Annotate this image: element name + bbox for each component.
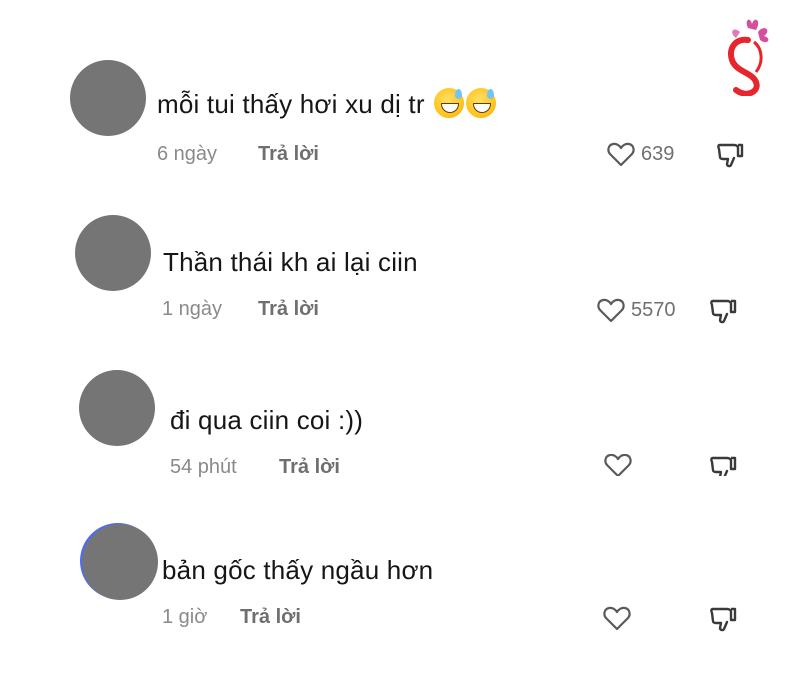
thumbs-down-icon[interactable] — [709, 454, 737, 476]
avatar[interactable] — [82, 524, 158, 600]
comment-text: đi qua ciin coi :)) — [170, 405, 364, 435]
like-button[interactable] — [603, 603, 637, 633]
like-count: 5570 — [631, 298, 676, 321]
reply-button[interactable]: Trả lời — [240, 606, 301, 629]
heart-outline-icon — [604, 454, 632, 476]
comment-time: 6 ngày — [157, 143, 218, 165]
comment-time: 1 ngày — [162, 298, 223, 320]
like-button[interactable] — [604, 454, 638, 476]
comment-text: Thần thái kh ai lại ciin — [163, 247, 418, 277]
heart-outline-icon — [597, 298, 625, 323]
heart-outline-icon — [607, 142, 635, 167]
comment-item: bản gốc thấy ngầu hơn 1 giờ Trả lời — [0, 0, 800, 632]
reply-button[interactable]: Trả lời — [258, 298, 319, 321]
comment-text: bản gốc thấy ngầu hơn — [162, 555, 434, 585]
avatar[interactable] — [75, 215, 151, 291]
dislike-button-clip — [709, 454, 737, 476]
avatar[interactable] — [79, 370, 155, 446]
like-button[interactable]: 639 — [607, 139, 674, 169]
like-count: 639 — [641, 142, 675, 165]
thumbs-down-icon[interactable] — [716, 141, 744, 169]
thumbs-down-icon[interactable] — [709, 605, 737, 633]
reply-button[interactable]: Trả lời — [279, 456, 340, 478]
comment-time: 1 giờ — [162, 606, 208, 628]
like-button[interactable]: 5570 — [597, 295, 676, 325]
reply-button[interactable]: Trả lời — [258, 143, 319, 166]
comment-time: 54 phút — [170, 456, 237, 478]
heart-outline-icon — [603, 606, 631, 631]
thumbs-down-icon[interactable] — [709, 297, 737, 325]
